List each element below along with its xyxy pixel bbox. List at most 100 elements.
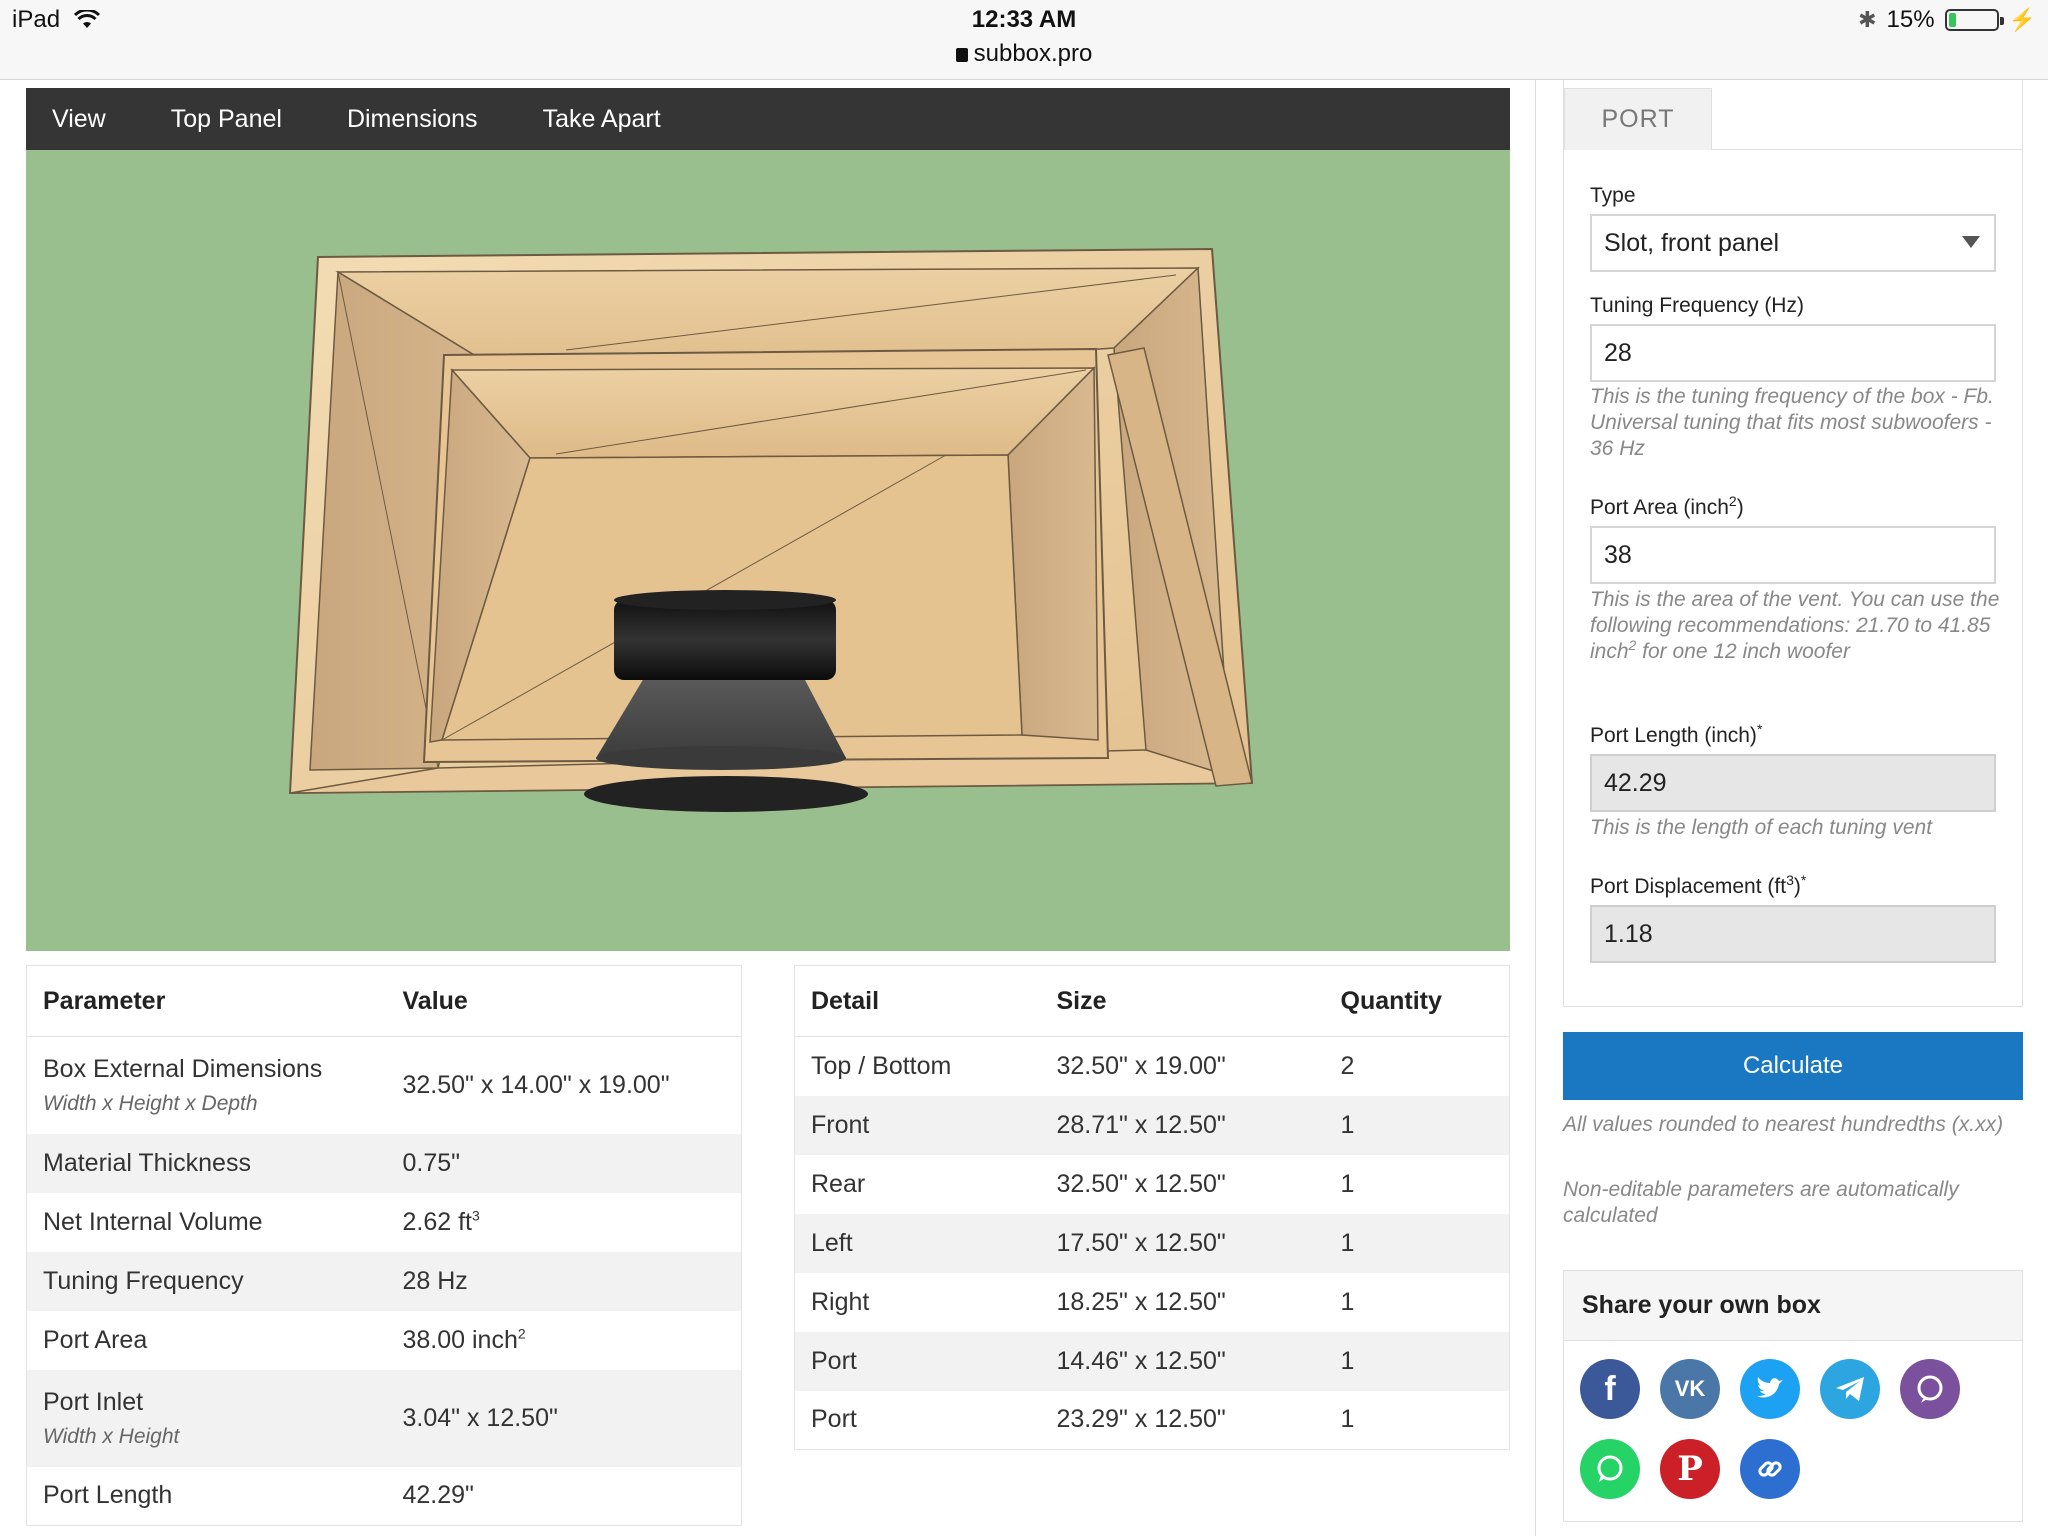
port-displacement-label-sup2: *	[1800, 872, 1807, 888]
param-value: 3.04" x 12.50"	[386, 1369, 742, 1467]
detail-qty: 1	[1340, 1405, 1355, 1434]
table-row: Top / Bottom 32.50" x 19.00" 2	[795, 1037, 1510, 1096]
port-area-help-end: for one 12 inch woofer	[1636, 640, 1850, 663]
tuning-frequency-label: Tuning Frequency (Hz)	[1590, 294, 1804, 317]
facebook-icon: f	[1604, 1369, 1616, 1408]
port-length-help: This is the length of each tuning vent	[1590, 816, 1933, 839]
param-name: Box External Dimensions Width x Height x …	[27, 1037, 387, 1134]
table-row: Tuning Frequency 28 Hz	[26, 1251, 742, 1311]
viber-share-button[interactable]	[1900, 1359, 1960, 1419]
parameter-table: Parameter Value Box External Dimensions W…	[26, 965, 742, 1526]
pinterest-share-button[interactable]: P	[1660, 1439, 1720, 1499]
port-area-input[interactable]: 38	[1590, 526, 1996, 584]
param-name: Port Inlet Width x Height	[26, 1369, 387, 1467]
table-row: Port Area 38.00 inch2	[27, 1311, 742, 1370]
detail-qty: 1	[1324, 1331, 1510, 1391]
detail-name: Rear	[811, 1169, 866, 1198]
detail-qty: 1	[1340, 1287, 1355, 1316]
link-icon	[1758, 1461, 1782, 1477]
table-row: Net Internal Volume 2.62 ft3	[27, 1193, 742, 1252]
detail-name: Top / Bottom	[811, 1051, 952, 1080]
header-parameter: Parameter	[26, 965, 387, 1037]
status-right: ✱ 15% ⚡	[1858, 6, 2036, 34]
3d-box-viewer[interactable]	[26, 150, 1510, 951]
rounding-note: All values rounded to nearest hundredths…	[1563, 1113, 2004, 1136]
port-length-field: 42.29	[1590, 754, 1996, 812]
table-row: Port 23.29" x 12.50" 1	[795, 1391, 1510, 1450]
param-sub: Width x Height x Depth	[43, 1091, 258, 1115]
param-sub: Width x Height	[43, 1424, 180, 1448]
auto-calc-note: Non-editable parameters are automaticall…	[1563, 1178, 1959, 1227]
port-type-value: Slot, front panel	[1604, 228, 1780, 257]
param-name: Port Length	[43, 1481, 173, 1510]
param-value-text: 38.00 inch	[402, 1325, 518, 1354]
param-value: 38.00 inch2	[387, 1311, 742, 1370]
vk-icon: VK	[1674, 1376, 1706, 1401]
port-area-label-end: )	[1736, 496, 1744, 519]
header-detail: Detail	[794, 965, 1041, 1037]
port-area-label-text: Port Area (inch	[1590, 496, 1729, 519]
share-title: Share your own box	[1564, 1271, 2022, 1341]
table-row: Box External Dimensions Width x Height x …	[27, 1037, 742, 1134]
param-value: 2.62 ft3	[387, 1193, 742, 1252]
param-name-text: Box External Dimensions	[43, 1054, 323, 1083]
detail-qty: 2	[1340, 1051, 1355, 1080]
table-row: Material Thickness 0.75"	[26, 1133, 742, 1193]
detail-size: 18.25" x 12.50"	[1056, 1287, 1226, 1316]
nav-top-panel[interactable]: Top Panel	[171, 105, 282, 134]
status-time: 12:33 AM	[971, 6, 1077, 33]
param-value: 28 Hz	[386, 1251, 742, 1311]
param-value: 0.75"	[386, 1133, 742, 1193]
port-type-select[interactable]: Slot, front panel	[1590, 214, 1996, 272]
nav-view[interactable]: View	[52, 105, 106, 134]
tab-port[interactable]: PORT	[1564, 88, 1712, 150]
detail-size: 32.50" x 12.50"	[1056, 1169, 1226, 1198]
copy-link-share-button[interactable]	[1740, 1439, 1800, 1499]
bluetooth-icon: ✱	[1858, 7, 1877, 32]
port-displacement-label: Port Displacement (ft3)*	[1590, 872, 1807, 899]
share-panel: Share your own box f VK P	[1563, 1270, 2023, 1522]
header-quantity: Quantity	[1324, 965, 1510, 1037]
telegram-share-button[interactable]	[1820, 1359, 1880, 1419]
detail-name: Port	[811, 1405, 857, 1434]
tuning-frequency-help: This is the tuning frequency of the box …	[1590, 385, 1994, 460]
detail-name: Port	[794, 1331, 1041, 1391]
calculate-button[interactable]: Calculate	[1563, 1032, 2023, 1100]
whatsapp-icon	[1597, 1455, 1623, 1482]
param-name: Net Internal Volume	[43, 1207, 263, 1236]
param-name-text: Port Inlet	[43, 1387, 144, 1416]
url-text: subbox.pro	[973, 40, 1093, 67]
whatsapp-share-button[interactable]	[1580, 1439, 1640, 1499]
param-value-text: 2.62 ft	[402, 1207, 473, 1236]
param-name: Material Thickness	[26, 1133, 387, 1193]
facebook-share-button[interactable]: f	[1580, 1359, 1640, 1419]
port-displacement-label-text: Port Displacement (ft	[1590, 875, 1787, 898]
detail-size: 23.29" x 12.50"	[1056, 1405, 1226, 1434]
detail-size: 32.50" x 19.00"	[1056, 1051, 1226, 1080]
vk-share-button[interactable]: VK	[1660, 1359, 1720, 1419]
charging-icon: ⚡	[2008, 7, 2036, 32]
main-column: View Top Panel Dimensions Take Apart	[26, 88, 1510, 951]
detail-name: Right	[811, 1287, 870, 1316]
param-name: Port Area	[43, 1325, 148, 1354]
detail-size: 28.71" x 12.50"	[1040, 1095, 1325, 1155]
nav-take-apart[interactable]: Take Apart	[543, 105, 661, 134]
table-row: Port Length 42.29"	[27, 1467, 742, 1526]
port-area-label-sup: 2	[1728, 493, 1737, 509]
twitter-share-button[interactable]	[1740, 1359, 1800, 1419]
nav-dimensions[interactable]: Dimensions	[347, 105, 478, 134]
detail-qty: 1	[1340, 1169, 1355, 1198]
table-row: Port 14.46" x 12.50" 1	[794, 1331, 1510, 1391]
header-size: Size	[1040, 965, 1325, 1037]
port-length-label: Port Length (inch)*	[1590, 722, 1762, 748]
header-value: Value	[386, 965, 742, 1037]
detail-name: Front	[794, 1095, 1041, 1155]
tuning-frequency-input[interactable]: 28	[1590, 324, 1996, 382]
telegram-icon	[1836, 1377, 1864, 1401]
port-area-label: Port Area (inch2)	[1590, 493, 1744, 520]
param-value: 32.50" x 14.00" x 19.00"	[402, 1070, 670, 1099]
address-bar[interactable]: subbox.pro	[0, 40, 2048, 68]
port-length-label-text: Port Length (inch)	[1590, 724, 1757, 747]
detail-qty: 1	[1324, 1213, 1510, 1273]
type-label: Type	[1590, 184, 1636, 207]
